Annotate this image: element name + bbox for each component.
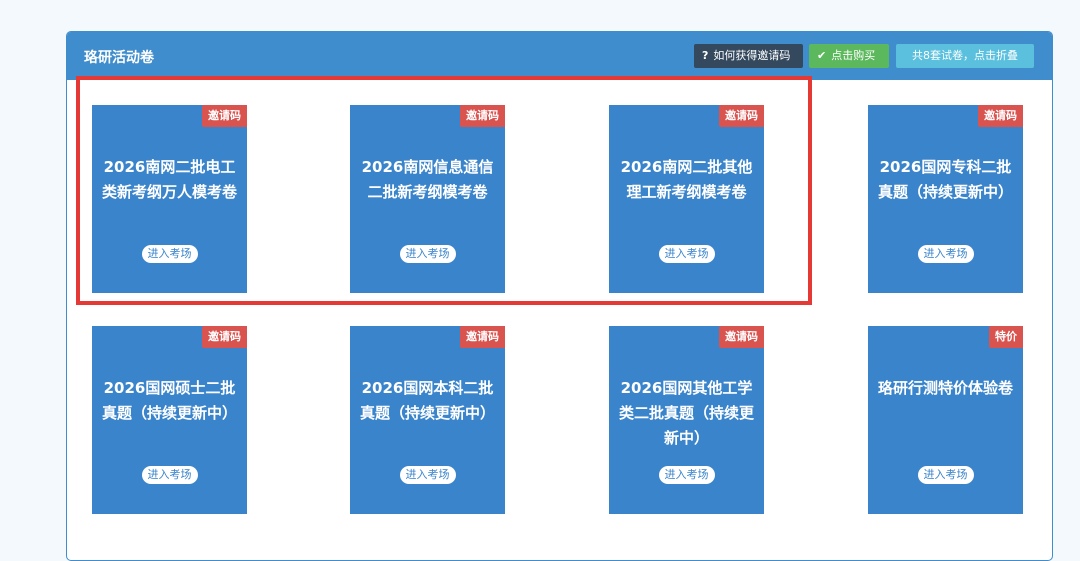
exam-title: 2026国网其他工学类二批真题（持续更新中） <box>618 379 754 447</box>
fold-label: 共8套试卷，点击折叠 <box>912 49 1018 62</box>
exam-title: 2026南网二批其他理工新考纲模考卷 <box>620 158 753 201</box>
question-icon: ? <box>702 49 709 62</box>
special-price-badge: 特价 <box>989 326 1023 348</box>
invite-code-badge: 邀请码 <box>202 105 247 127</box>
buy-label: 点击购买 <box>831 49 876 62</box>
enter-exam-button[interactable]: 进入考场 <box>917 245 974 263</box>
buy-button[interactable]: ✔ 点击购买 <box>809 44 889 68</box>
exam-card[interactable]: 邀请码 2026国网专科二批真题（持续更新中） 进入考场 <box>868 105 1023 293</box>
exam-title: 2026国网硕士二批真题（持续更新中） <box>101 379 237 422</box>
exam-title: 珞研行测特价体验卷 <box>877 379 1013 397</box>
enter-exam-button[interactable]: 进入考场 <box>917 466 974 484</box>
panel-title: 珞研活动卷 <box>84 50 154 66</box>
check-icon: ✔ <box>817 49 827 62</box>
panel-header: 珞研活动卷 ? 如何获得邀请码 ✔ 点击购买 共8套试卷，点击折叠 <box>67 32 1052 80</box>
exam-title: 2026国网专科二批真题（持续更新中） <box>877 158 1013 201</box>
exam-card[interactable]: 邀请码 2026国网其他工学类二批真题（持续更新中） 进入考场 <box>609 326 764 514</box>
invite-code-badge: 邀请码 <box>202 326 247 348</box>
exam-title: 2026南网二批电工类新考纲万人模考卷 <box>101 158 237 201</box>
invite-help-label: 如何获得邀请码 <box>713 49 791 62</box>
invite-code-badge: 邀请码 <box>978 105 1023 127</box>
enter-exam-button[interactable]: 进入考场 <box>658 466 715 484</box>
enter-exam-button[interactable]: 进入考场 <box>399 245 456 263</box>
exam-card[interactable]: 邀请码 2026南网二批其他理工新考纲模考卷 进入考场 <box>609 105 764 293</box>
invite-code-badge: 邀请码 <box>719 105 764 127</box>
exam-card[interactable]: 特价 珞研行测特价体验卷 进入考场 <box>868 326 1023 514</box>
exam-card[interactable]: 邀请码 2026南网二批电工类新考纲万人模考卷 进入考场 <box>92 105 247 293</box>
invite-code-badge: 邀请码 <box>460 105 505 127</box>
enter-exam-button[interactable]: 进入考场 <box>141 245 198 263</box>
enter-exam-button[interactable]: 进入考场 <box>399 466 456 484</box>
exam-card[interactable]: 邀请码 2026南网信息通信二批新考纲模考卷 进入考场 <box>350 105 505 293</box>
exam-card[interactable]: 邀请码 2026国网本科二批真题（持续更新中） 进入考场 <box>350 326 505 514</box>
enter-exam-button[interactable]: 进入考场 <box>658 245 715 263</box>
exam-card[interactable]: 邀请码 2026国网硕士二批真题（持续更新中） 进入考场 <box>92 326 247 514</box>
invite-code-badge: 邀请码 <box>719 326 764 348</box>
enter-exam-button[interactable]: 进入考场 <box>141 466 198 484</box>
exam-title: 2026南网信息通信二批新考纲模考卷 <box>361 158 494 201</box>
invite-code-badge: 邀请码 <box>460 326 505 348</box>
exam-title: 2026国网本科二批真题（持续更新中） <box>359 379 495 422</box>
fold-button[interactable]: 共8套试卷，点击折叠 <box>896 44 1034 68</box>
invite-help-button[interactable]: ? 如何获得邀请码 <box>694 44 803 68</box>
